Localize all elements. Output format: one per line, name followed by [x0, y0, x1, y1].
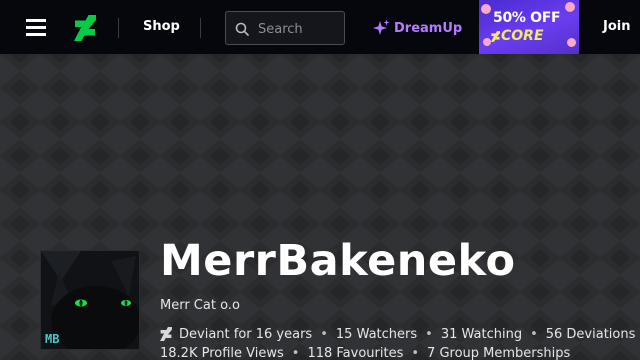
top-navigation-bar: Shop DreamUp 50% OFF CORE Join [0, 0, 640, 54]
watchers-link[interactable]: 15 Watchers [336, 327, 417, 342]
deviations-link[interactable]: 56 Deviations [546, 327, 636, 342]
profile-views-stat: 18.2K Profile Views [160, 345, 284, 360]
deviantart-logo-icon[interactable] [74, 15, 96, 41]
join-button[interactable]: Join [603, 19, 630, 34]
hamburger-menu-icon[interactable] [26, 19, 46, 36]
deviant-for-stat: Deviant for 16 years [179, 326, 313, 342]
separator-dot: • [320, 326, 328, 342]
profile-stats-row: 18.2K Profile Views • 118 Favourites • 7… [160, 344, 570, 360]
separator-dot: • [411, 345, 420, 360]
group-memberships-link[interactable]: 7 Group Memberships [427, 346, 570, 360]
promo-discount-text: 50% OFF [493, 10, 561, 26]
sparkle-icon [373, 19, 390, 35]
dreamup-label: DreamUp [394, 20, 463, 36]
flower-decoration [481, 4, 491, 14]
search-box[interactable] [225, 11, 345, 45]
core-promo-banner[interactable]: 50% OFF CORE [479, 0, 579, 54]
search-icon [235, 22, 249, 36]
avatar-initials: MB [45, 332, 60, 346]
profile-username: MerrBakeneko [160, 236, 516, 286]
watching-link[interactable]: 31 Watching [441, 327, 522, 342]
core-logo-icon [491, 31, 500, 42]
dreamup-link[interactable]: DreamUp [372, 18, 462, 38]
nav-divider [200, 18, 201, 38]
separator-dot: • [291, 345, 300, 360]
separator-dot: • [530, 326, 538, 342]
flower-decoration [565, 2, 575, 12]
promo-core-text: CORE [501, 28, 544, 44]
nav-divider [118, 18, 119, 38]
flower-decoration [567, 38, 576, 47]
avatar[interactable]: MB [40, 250, 140, 350]
flower-decoration [483, 38, 491, 46]
profile-stats-row: Deviant for 16 years • 15 Watchers • 31 … [160, 325, 635, 343]
favourites-link[interactable]: 118 Favourites [307, 346, 403, 360]
search-input[interactable] [258, 20, 342, 38]
shop-link[interactable]: Shop [143, 19, 180, 34]
deviantart-logo-icon [160, 327, 172, 341]
separator-dot: • [425, 326, 433, 342]
profile-tagline: Merr Cat o.o [160, 298, 240, 313]
